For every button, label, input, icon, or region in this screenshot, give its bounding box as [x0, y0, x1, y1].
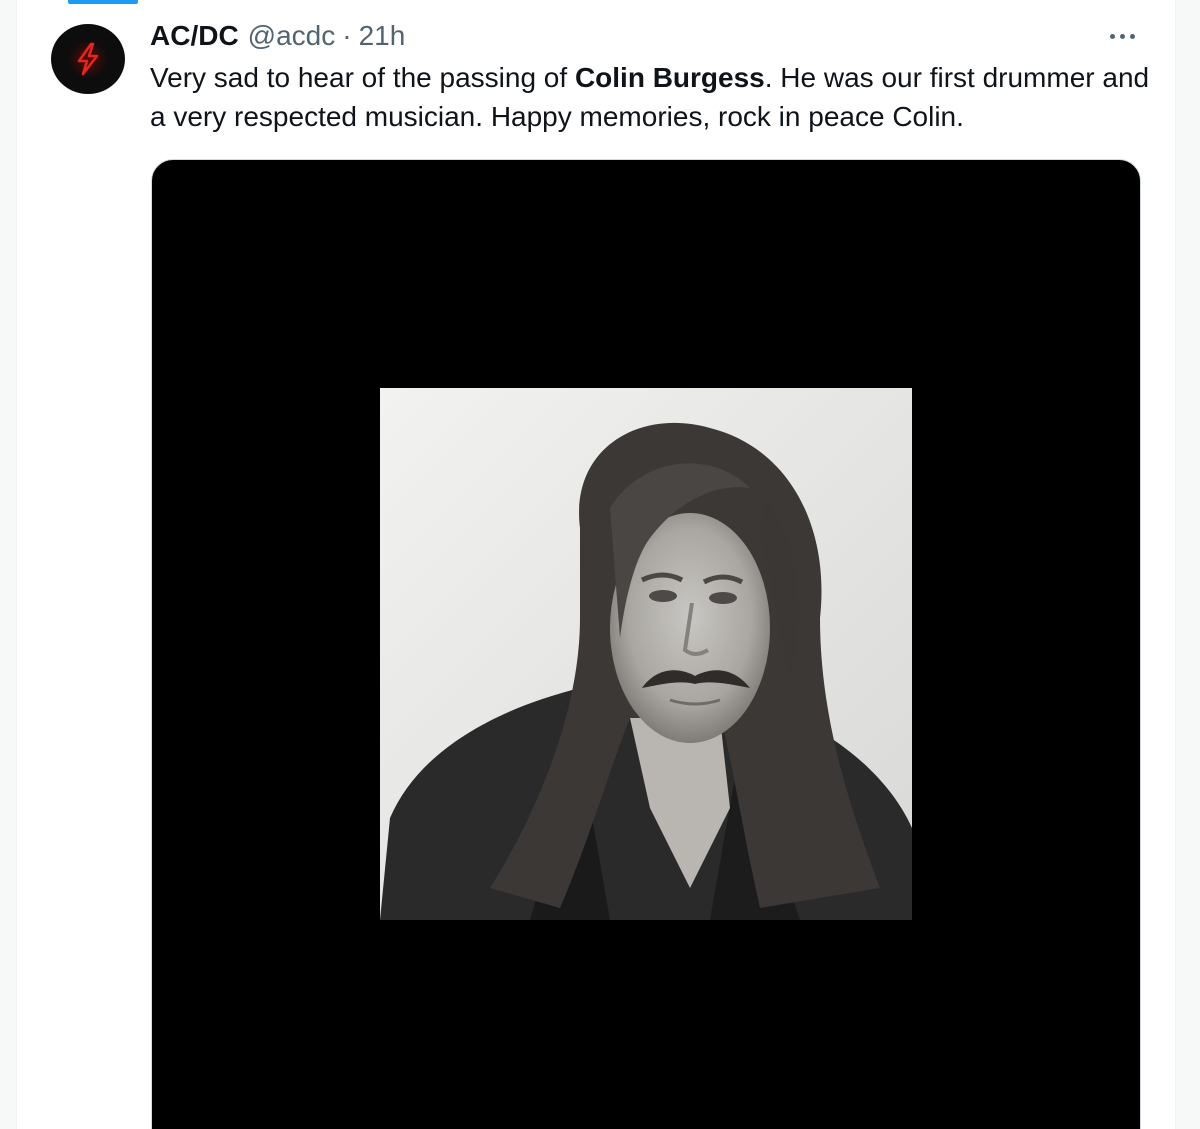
tweet-page: AC/DC @acdc · 21h Very sad to hear of th…: [0, 0, 1200, 1129]
more-options-icon: [1109, 33, 1115, 39]
tweet-timestamp[interactable]: 21h: [359, 20, 406, 52]
portrait-image: [380, 388, 912, 920]
active-tab-indicator: [68, 0, 138, 4]
lightning-bolt-icon: [68, 39, 108, 79]
left-gutter: [0, 0, 16, 1129]
author-handle[interactable]: @acdc: [248, 20, 336, 52]
portrait-photo: [380, 388, 912, 920]
more-options-button[interactable]: [1104, 26, 1140, 46]
tweet-text-bold-name: Colin Burgess: [574, 62, 765, 93]
author-name[interactable]: AC/DC: [150, 20, 239, 52]
tweet-media[interactable]: [151, 159, 1141, 1129]
tweet-text-start: Very sad to hear of the passing of: [150, 62, 575, 93]
avatar[interactable]: [51, 24, 125, 94]
tweet-header: AC/DC @acdc · 21h: [150, 16, 405, 56]
tweet-text: Very sad to hear of the passing of Colin…: [150, 58, 1160, 136]
right-gutter: [1174, 0, 1200, 1129]
separator-dot: ·: [342, 20, 352, 51]
more-options-icon-dot: [1119, 33, 1125, 39]
more-options-icon-dot: [1129, 33, 1135, 39]
